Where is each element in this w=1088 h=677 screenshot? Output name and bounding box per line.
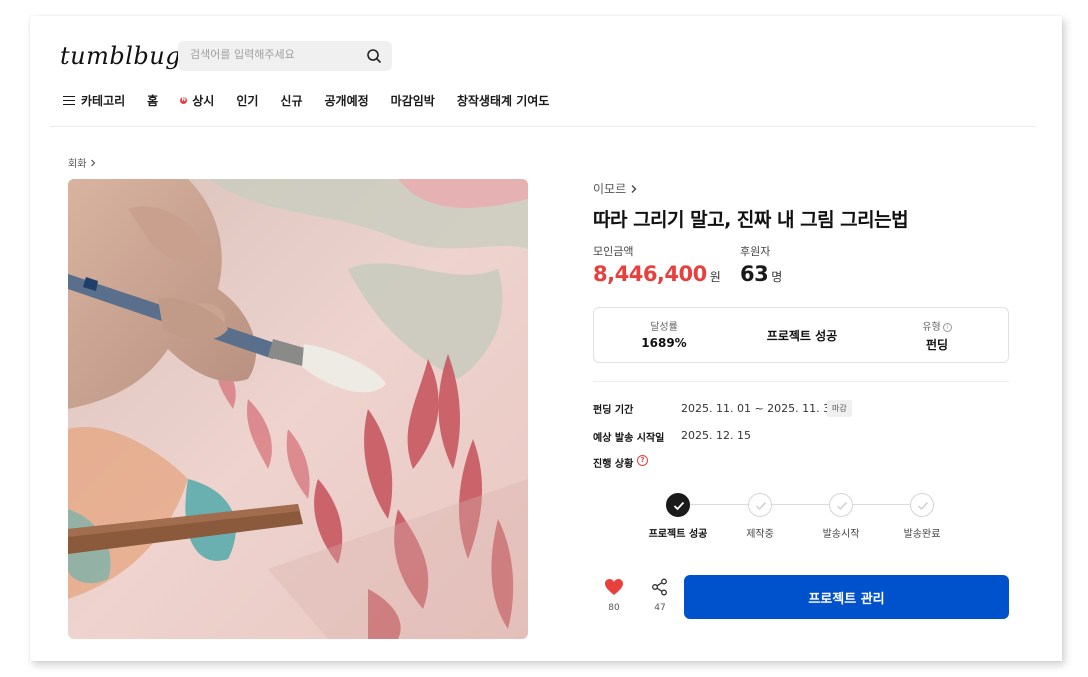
- nav-item-new[interactable]: 신규: [280, 92, 302, 109]
- amount-block: 8,446,400 원: [593, 262, 721, 286]
- menu-icon: [63, 95, 75, 106]
- step-circle-shipping-done: [910, 493, 934, 517]
- nav-item-upcoming[interactable]: 공개예정: [325, 92, 369, 109]
- project-type: 유형 i 펀딩: [877, 318, 997, 353]
- chevron-right-icon: [91, 159, 96, 166]
- backers-unit: 명: [771, 270, 782, 284]
- nav-item-label: 마감임박: [390, 94, 435, 108]
- period-label: 펀딩 기간: [593, 405, 634, 416]
- project-status: 프로젝트 성공: [766, 329, 838, 343]
- nav-item-label: 신규: [280, 94, 303, 108]
- like-button[interactable]: 80: [601, 578, 627, 613]
- check-icon: [673, 501, 685, 511]
- step-label: 프로젝트 성공: [648, 529, 708, 540]
- nav-item-label: 홈: [147, 94, 159, 108]
- amount-label: 모인금액: [593, 245, 634, 258]
- progress-label: 진행 상황: [593, 459, 634, 470]
- backers-block: 63 명: [740, 262, 782, 286]
- info-icon[interactable]: i: [942, 322, 952, 332]
- period-value: 2025. 11. 01 ~ 2025. 11. 30: [681, 402, 838, 415]
- nav-item-ecosystem[interactable]: 창작생태계 기여도: [457, 92, 550, 109]
- nav-item-label: 인기: [236, 94, 259, 108]
- nav-item-always[interactable]: N 상시: [180, 92, 214, 109]
- project-image[interactable]: [68, 179, 528, 639]
- nav-item-category[interactable]: 카테고리: [63, 92, 125, 109]
- nav-item-ending-soon[interactable]: 마감임박: [391, 92, 435, 109]
- step-circle-shipping-start: [829, 493, 853, 517]
- deadline-badge: 마감: [827, 400, 852, 417]
- search-input[interactable]: [190, 48, 360, 61]
- section-divider: [593, 381, 1009, 382]
- chevron-right-icon: [631, 184, 637, 193]
- check-icon: [918, 502, 929, 511]
- achievement-rate: 달성률 1689%: [604, 318, 724, 350]
- search-box[interactable]: [178, 41, 392, 71]
- type-label: 유형: [922, 322, 941, 333]
- main-nav: 카테고리 홈 N 상시 인기 신규 공개예정 마감임박 창작생태계 기여도: [63, 92, 571, 109]
- steps-track: [690, 504, 922, 505]
- summary-box: 달성률 1689% 프로젝트 성공 유형 i 펀딩: [593, 307, 1009, 363]
- nav-item-label: 공개예정: [324, 94, 369, 108]
- breadcrumb[interactable]: 회화: [68, 155, 98, 170]
- tumblbug-logo[interactable]: tumblbug: [60, 42, 181, 70]
- check-icon: [837, 502, 848, 511]
- header-divider: [50, 126, 1036, 127]
- backers-label: 후원자: [740, 245, 771, 258]
- creator-name[interactable]: 이모르: [593, 180, 626, 197]
- amount-value: 8,446,400: [593, 262, 707, 286]
- backers-value: 63: [740, 262, 769, 286]
- rate-value: 1689%: [641, 336, 687, 350]
- share-count: 47: [654, 603, 666, 613]
- nav-item-label: 상시: [192, 94, 215, 108]
- project-title: 따라 그리기 말고, 진짜 내 그림 그리는법: [593, 209, 909, 231]
- step-label: 발송완료: [903, 529, 941, 540]
- share-button[interactable]: 47: [647, 578, 673, 613]
- help-icon[interactable]: ?: [637, 455, 648, 466]
- step-circle-success: [666, 493, 690, 517]
- new-badge: N: [180, 97, 188, 104]
- page-frame: tumblbug 카테고리 홈 N 상시 인기 신규 공개예정: [30, 16, 1062, 661]
- share-icon: [652, 578, 667, 596]
- breadcrumb-category[interactable]: 회화: [68, 155, 86, 170]
- step-circle-production: [748, 493, 772, 517]
- search-icon[interactable]: [366, 48, 382, 64]
- nav-item-label: 창작생태계 기여도: [456, 94, 550, 108]
- check-icon: [756, 502, 767, 511]
- manage-project-button[interactable]: 프로젝트 관리: [684, 575, 1009, 619]
- step-label: 제작중: [746, 529, 774, 540]
- type-value: 펀딩: [925, 338, 949, 352]
- ship-date-value: 2025. 12. 15: [681, 429, 751, 442]
- nav-item-home[interactable]: 홈: [147, 92, 158, 109]
- amount-unit: 원: [709, 270, 721, 284]
- nav-item-popular[interactable]: 인기: [236, 92, 258, 109]
- like-count: 80: [608, 603, 620, 613]
- painting-illustration: [68, 179, 528, 639]
- ship-date-label: 예상 발송 시작일: [593, 433, 665, 444]
- heart-icon: [605, 579, 623, 595]
- rate-label: 달성률: [650, 322, 678, 333]
- nav-item-label: 카테고리: [81, 94, 126, 108]
- step-label: 발송시작: [822, 529, 860, 540]
- creator-link[interactable]: 이모르: [593, 180, 640, 197]
